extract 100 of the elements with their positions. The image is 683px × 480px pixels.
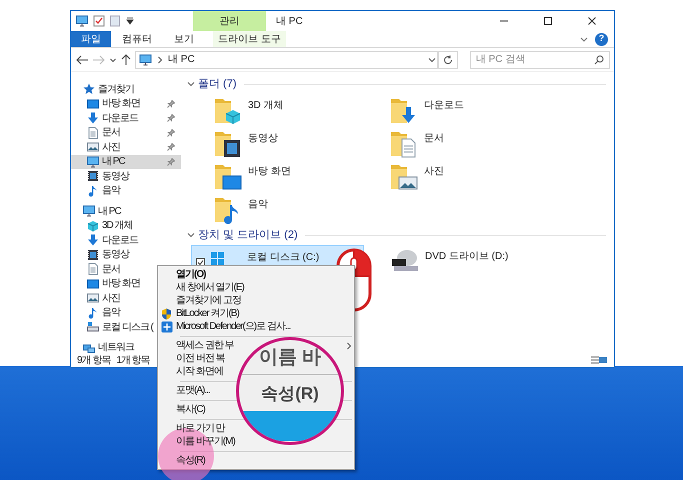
chevron-down-icon[interactable] <box>187 231 195 239</box>
nav-label: 음악 <box>102 184 120 198</box>
nav-label: 네트워크 <box>98 341 134 356</box>
chevron-down-icon[interactable] <box>187 80 195 88</box>
menu-item[interactable]: BitLocker 켜기(B) <box>158 307 240 320</box>
drive-label[interactable]: 로컬 디스크 (C:) <box>247 250 320 265</box>
window-title: 내 PC <box>276 14 303 28</box>
section-header[interactable]: 폴더 (7) <box>198 76 236 92</box>
search-placeholder: 내 PC 검색 <box>476 53 526 67</box>
star-icon <box>83 83 95 96</box>
nav-label: 문서 <box>102 262 120 277</box>
monitor-icon <box>87 278 99 290</box>
menu-item[interactable]: 이전 버전 복 <box>158 352 226 365</box>
menu-item[interactable]: 바로 가기 만 <box>158 422 226 435</box>
nav-label: 즐겨찾기 <box>98 82 134 97</box>
section-header[interactable]: 장치 및 드라이브 (2) <box>198 226 298 244</box>
blank-page-icon <box>109 15 121 27</box>
nav-label: 사진 <box>102 292 120 306</box>
nav-label: 다운로드 <box>102 112 138 126</box>
drive-icon <box>87 321 99 334</box>
menu-item[interactable]: Microsoft Defender(으)로 검사... <box>158 320 292 333</box>
ribbon-tab[interactable]: 보기 <box>163 31 205 47</box>
close-icon <box>586 15 598 27</box>
nav-label: 다운로드 <box>102 234 138 248</box>
ribbon-tab[interactable]: 드라이브 도구 <box>213 31 286 47</box>
status-text: 9개 항목 <box>77 354 110 368</box>
menu-item[interactable]: 즐겨찾기에 고정 <box>158 294 242 307</box>
nav-label: 동영상 <box>102 248 129 262</box>
nav-item[interactable]: 문서 <box>71 126 181 140</box>
help-button[interactable]: ? <box>595 32 608 46</box>
checklist-icon <box>93 15 105 27</box>
shield-icon <box>161 308 172 320</box>
status-text: 1개 항목 <box>116 354 150 368</box>
nav-label: 바탕 화면 <box>102 277 140 292</box>
nav-label: 바탕 화면 <box>102 97 140 112</box>
picture-icon <box>87 141 99 154</box>
up-arrow-icon[interactable] <box>120 54 132 66</box>
menu-item[interactable]: 포맷(A)... <box>158 384 211 397</box>
folder-label[interactable]: 문서 <box>424 131 444 146</box>
menu-item[interactable]: 속성(R) <box>158 454 206 467</box>
folder-label[interactable]: 동영상 <box>248 131 278 146</box>
dvd-drive-icon <box>390 249 420 273</box>
nav-item[interactable]: 즐겨찾기 <box>71 82 181 96</box>
back-arrow-icon[interactable] <box>75 54 89 66</box>
document-icon <box>87 126 99 139</box>
nav-item[interactable]: 3D 개체 <box>71 218 181 233</box>
menu-item[interactable]: 시작 화면에 <box>158 365 224 378</box>
cube-icon <box>87 220 99 232</box>
magnified-text: 속성(R) <box>261 383 319 405</box>
chevron-right-icon <box>157 54 163 64</box>
contextual-tab-header: 관리 <box>193 11 266 31</box>
music-note-icon <box>87 306 99 319</box>
folder-label[interactable]: 바탕 화면 <box>248 164 291 179</box>
nav-item[interactable]: 내 PC <box>71 204 181 218</box>
dropdown-icon[interactable] <box>125 16 135 26</box>
folder-label[interactable]: 음악 <box>248 197 268 212</box>
search-field[interactable]: 내 PC 검색 <box>470 50 610 68</box>
monitor-icon <box>87 98 99 110</box>
film-icon <box>87 248 99 261</box>
nav-label: 내 PC <box>102 155 125 170</box>
ribbon-tab[interactable]: 파일 <box>71 31 111 47</box>
menu-item[interactable]: 복사(C) <box>158 403 206 416</box>
nav-item[interactable]: 바탕 화면 <box>71 96 181 111</box>
computer-icon <box>75 15 89 27</box>
computer-icon <box>83 205 95 218</box>
checkmark-icon <box>197 259 204 266</box>
down-arrow-icon <box>87 234 99 246</box>
address-field[interactable]: 내 PC <box>135 50 438 68</box>
menu-item[interactable]: 액세스 권한 부 <box>158 339 235 352</box>
down-arrow-icon <box>87 112 99 124</box>
menu-item[interactable]: 새 창에서 열기(E) <box>158 281 245 294</box>
folder-label[interactable]: 사진 <box>424 164 444 179</box>
nav-item[interactable]: 사진 <box>71 140 181 154</box>
drive-label[interactable]: DVD 드라이브 (D:) <box>425 249 508 264</box>
nav-item[interactable]: 동영상 <box>71 248 181 262</box>
nav-item[interactable]: 음악 <box>71 184 181 198</box>
nav-label: 내 PC <box>98 204 121 219</box>
network-icon <box>83 342 95 354</box>
drive-tile[interactable]: DVD 드라이브 (D:) <box>386 245 512 275</box>
film-icon <box>87 170 99 182</box>
large-icons-view-icon[interactable] <box>598 355 608 365</box>
nav-label: 동영상 <box>102 170 129 184</box>
details-view-icon[interactable] <box>590 355 600 365</box>
nav-label: 사진 <box>102 140 120 155</box>
maximize-icon <box>542 15 554 27</box>
menu-item[interactable]: 이름 바꾸기(M) <box>158 435 236 448</box>
chevron-right-icon <box>346 340 352 350</box>
nav-label: 3D 개체 <box>102 219 133 234</box>
refresh-icon <box>443 54 454 64</box>
nav-item[interactable]: 내 PC <box>71 154 181 169</box>
nav-label: 문서 <box>102 126 120 140</box>
nav-item[interactable]: 다운로드 <box>71 233 181 248</box>
nav-item[interactable]: 다운로드 <box>71 111 181 126</box>
nav-label: 로컬 디스크 ( <box>102 320 153 335</box>
document-icon <box>87 263 99 276</box>
refresh-button[interactable] <box>438 50 458 68</box>
ribbon-tab[interactable]: 컴퓨터 <box>111 31 163 47</box>
folder-label[interactable]: 3D 개체 <box>248 98 284 113</box>
nav-item[interactable]: 동영상 <box>71 169 181 184</box>
folder-label[interactable]: 다운로드 <box>424 98 464 113</box>
